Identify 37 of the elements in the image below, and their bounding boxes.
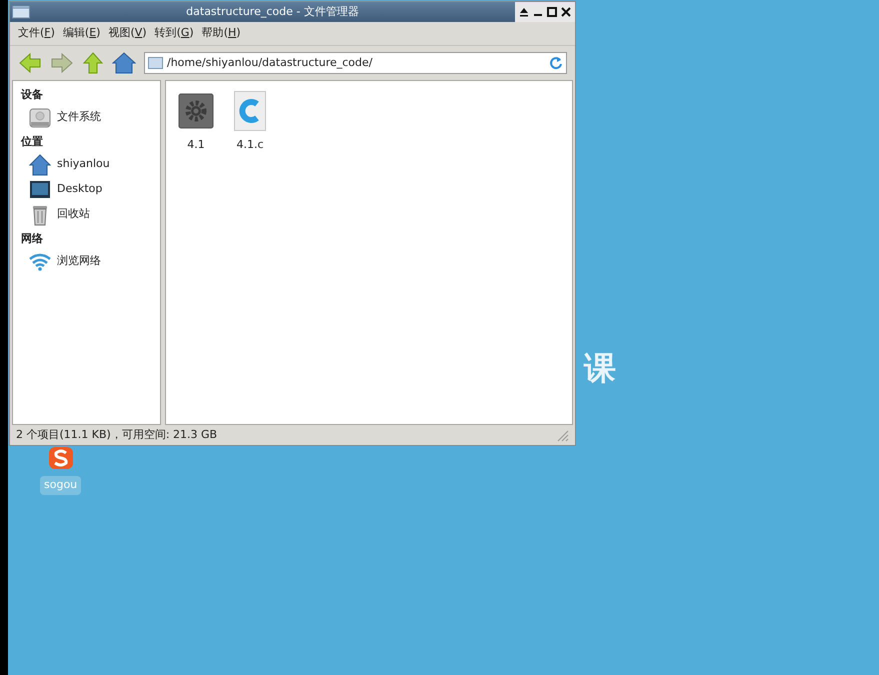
wallpaper-text: 课 bbox=[584, 348, 616, 389]
folder-icon bbox=[12, 5, 30, 19]
sidebar-item[interactable]: 回收站 bbox=[57, 206, 90, 223]
status-text: 2 个项目(11.1 KB)，可用空间: 21.3 GB bbox=[16, 426, 218, 443]
menu-item[interactable]: 转到(G) bbox=[152, 25, 196, 42]
gear-icon bbox=[178, 93, 214, 129]
wifi-icon bbox=[29, 252, 51, 270]
monitor-icon bbox=[29, 180, 51, 200]
back-arrow-button[interactable] bbox=[18, 52, 42, 74]
folder-icon bbox=[148, 57, 163, 69]
sidebar-item[interactable]: 浏览网络 bbox=[57, 253, 101, 270]
sidebar-item[interactable]: shiyanlou bbox=[57, 156, 110, 173]
sidebar-heading: 网络 bbox=[20, 231, 44, 247]
close-icon[interactable] bbox=[561, 7, 571, 17]
menu-item[interactable]: 编辑(E) bbox=[60, 25, 102, 42]
home-icon bbox=[29, 154, 51, 176]
file-name[interactable]: 4.1.c bbox=[236, 137, 264, 154]
menu-item[interactable]: 帮助(H) bbox=[200, 25, 243, 42]
eject-icon[interactable] bbox=[519, 7, 529, 17]
maximize-icon[interactable] bbox=[547, 7, 557, 17]
resize-grip-icon[interactable] bbox=[555, 428, 569, 442]
trash-icon bbox=[32, 204, 48, 226]
up-arrow-button[interactable] bbox=[82, 51, 104, 75]
sidebar-heading: 设备 bbox=[20, 87, 44, 103]
sidebar-item[interactable]: Desktop bbox=[57, 181, 102, 198]
sidebar-heading: 位置 bbox=[20, 134, 44, 150]
c-file-icon bbox=[234, 91, 266, 131]
location-field[interactable]: /home/shiyanlou/datastructure_code/ bbox=[144, 52, 567, 74]
refresh-icon[interactable] bbox=[549, 56, 563, 70]
window-title: datastructure_code - 文件管理器 bbox=[185, 4, 360, 20]
sogou-s-icon[interactable] bbox=[48, 446, 74, 470]
hard-drive-icon bbox=[29, 106, 51, 128]
menu-item[interactable]: 视图(V) bbox=[106, 25, 149, 42]
menu-item[interactable]: 文件(F) bbox=[16, 25, 57, 42]
sidebar-item[interactable]: 文件系统 bbox=[57, 109, 101, 126]
file-name[interactable]: 4.1 bbox=[187, 137, 205, 154]
home-button[interactable] bbox=[112, 51, 136, 75]
